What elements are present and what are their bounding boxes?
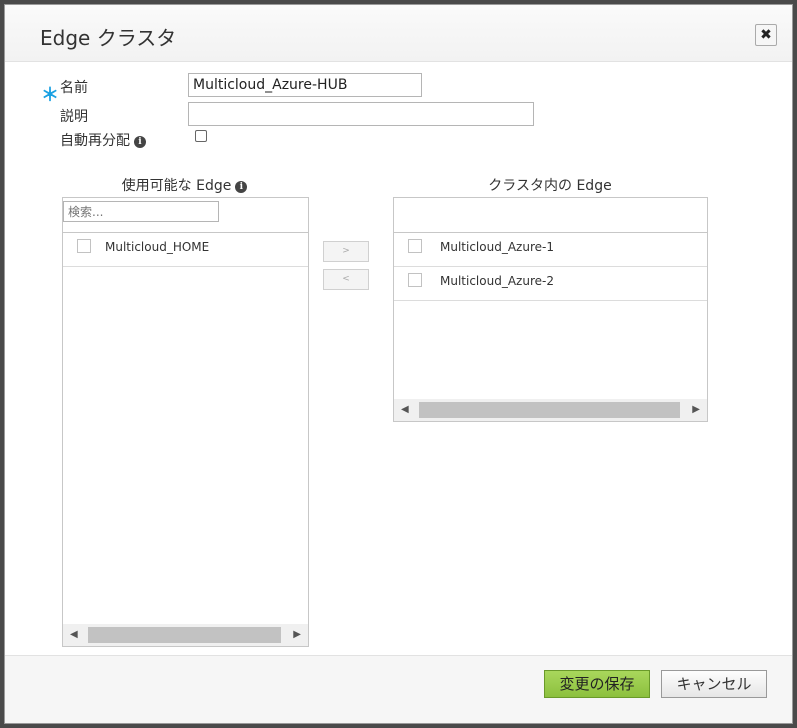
- remove-from-cluster-button[interactable]: <: [323, 269, 369, 290]
- cancel-button[interactable]: キャンセル: [661, 670, 767, 698]
- list-item[interactable]: Multicloud_Azure-1: [394, 233, 707, 267]
- horizontal-scrollbar[interactable]: ◀ ▶: [394, 399, 707, 421]
- dialog-title: Edge クラスタ: [40, 26, 177, 50]
- dialog-footer: 変更の保存 キャンセル: [5, 655, 792, 723]
- cluster-edges-title: クラスタ内の Edge: [488, 178, 612, 194]
- name-label: 名前: [60, 80, 88, 96]
- list-item[interactable]: Multicloud_Azure-2: [394, 267, 707, 301]
- save-button[interactable]: 変更の保存: [544, 670, 650, 698]
- cluster-edges-header: [394, 198, 707, 233]
- item-checkbox[interactable]: [408, 273, 422, 287]
- search-input[interactable]: [63, 201, 219, 222]
- add-to-cluster-button[interactable]: >: [323, 241, 369, 262]
- scroll-left-icon[interactable]: ◀: [401, 404, 409, 415]
- available-edges-title-text: 使用可能な Edge: [121, 178, 232, 194]
- item-label: Multicloud_HOME: [105, 240, 210, 254]
- scroll-right-icon[interactable]: ▶: [293, 629, 301, 640]
- required-indicator: ＊: [41, 85, 59, 106]
- auto-redistribute-label: 自動再分配 i: [60, 130, 146, 150]
- list-item[interactable]: Multicloud_HOME: [63, 233, 308, 267]
- description-input[interactable]: [188, 102, 534, 126]
- scroll-right-icon[interactable]: ▶: [692, 404, 700, 415]
- item-label: Multicloud_Azure-1: [440, 240, 554, 254]
- edge-cluster-dialog: Edge クラスタ ✖ ＊ 名前 説明 自動再分配i 使用可能な Edgei M…: [4, 4, 793, 724]
- scroll-left-icon[interactable]: ◀: [70, 629, 78, 640]
- auto-redistribute-checkbox[interactable]: [195, 130, 207, 142]
- info-icon[interactable]: i: [235, 181, 248, 193]
- available-edges-list: Multicloud_HOME ◀ ▶: [62, 197, 309, 647]
- info-icon[interactable]: i: [134, 136, 146, 148]
- close-icon[interactable]: ✖: [755, 24, 777, 46]
- auto-redistribute-text: 自動再分配: [60, 133, 130, 149]
- scrollbar-thumb[interactable]: [419, 402, 680, 418]
- item-checkbox[interactable]: [408, 239, 422, 253]
- dialog-header: Edge クラスタ ✖: [5, 5, 792, 62]
- cluster-edges-list: Multicloud_Azure-1 Multicloud_Azure-2 ◀ …: [393, 197, 708, 422]
- available-edges-header: [63, 198, 308, 233]
- name-input[interactable]: [188, 73, 422, 97]
- description-label: 説明: [60, 109, 88, 125]
- item-label: Multicloud_Azure-2: [440, 274, 554, 288]
- available-edges-title: 使用可能な Edge i: [62, 175, 307, 195]
- scrollbar-thumb[interactable]: [88, 627, 281, 643]
- item-checkbox[interactable]: [77, 239, 91, 253]
- horizontal-scrollbar[interactable]: ◀ ▶: [63, 624, 308, 646]
